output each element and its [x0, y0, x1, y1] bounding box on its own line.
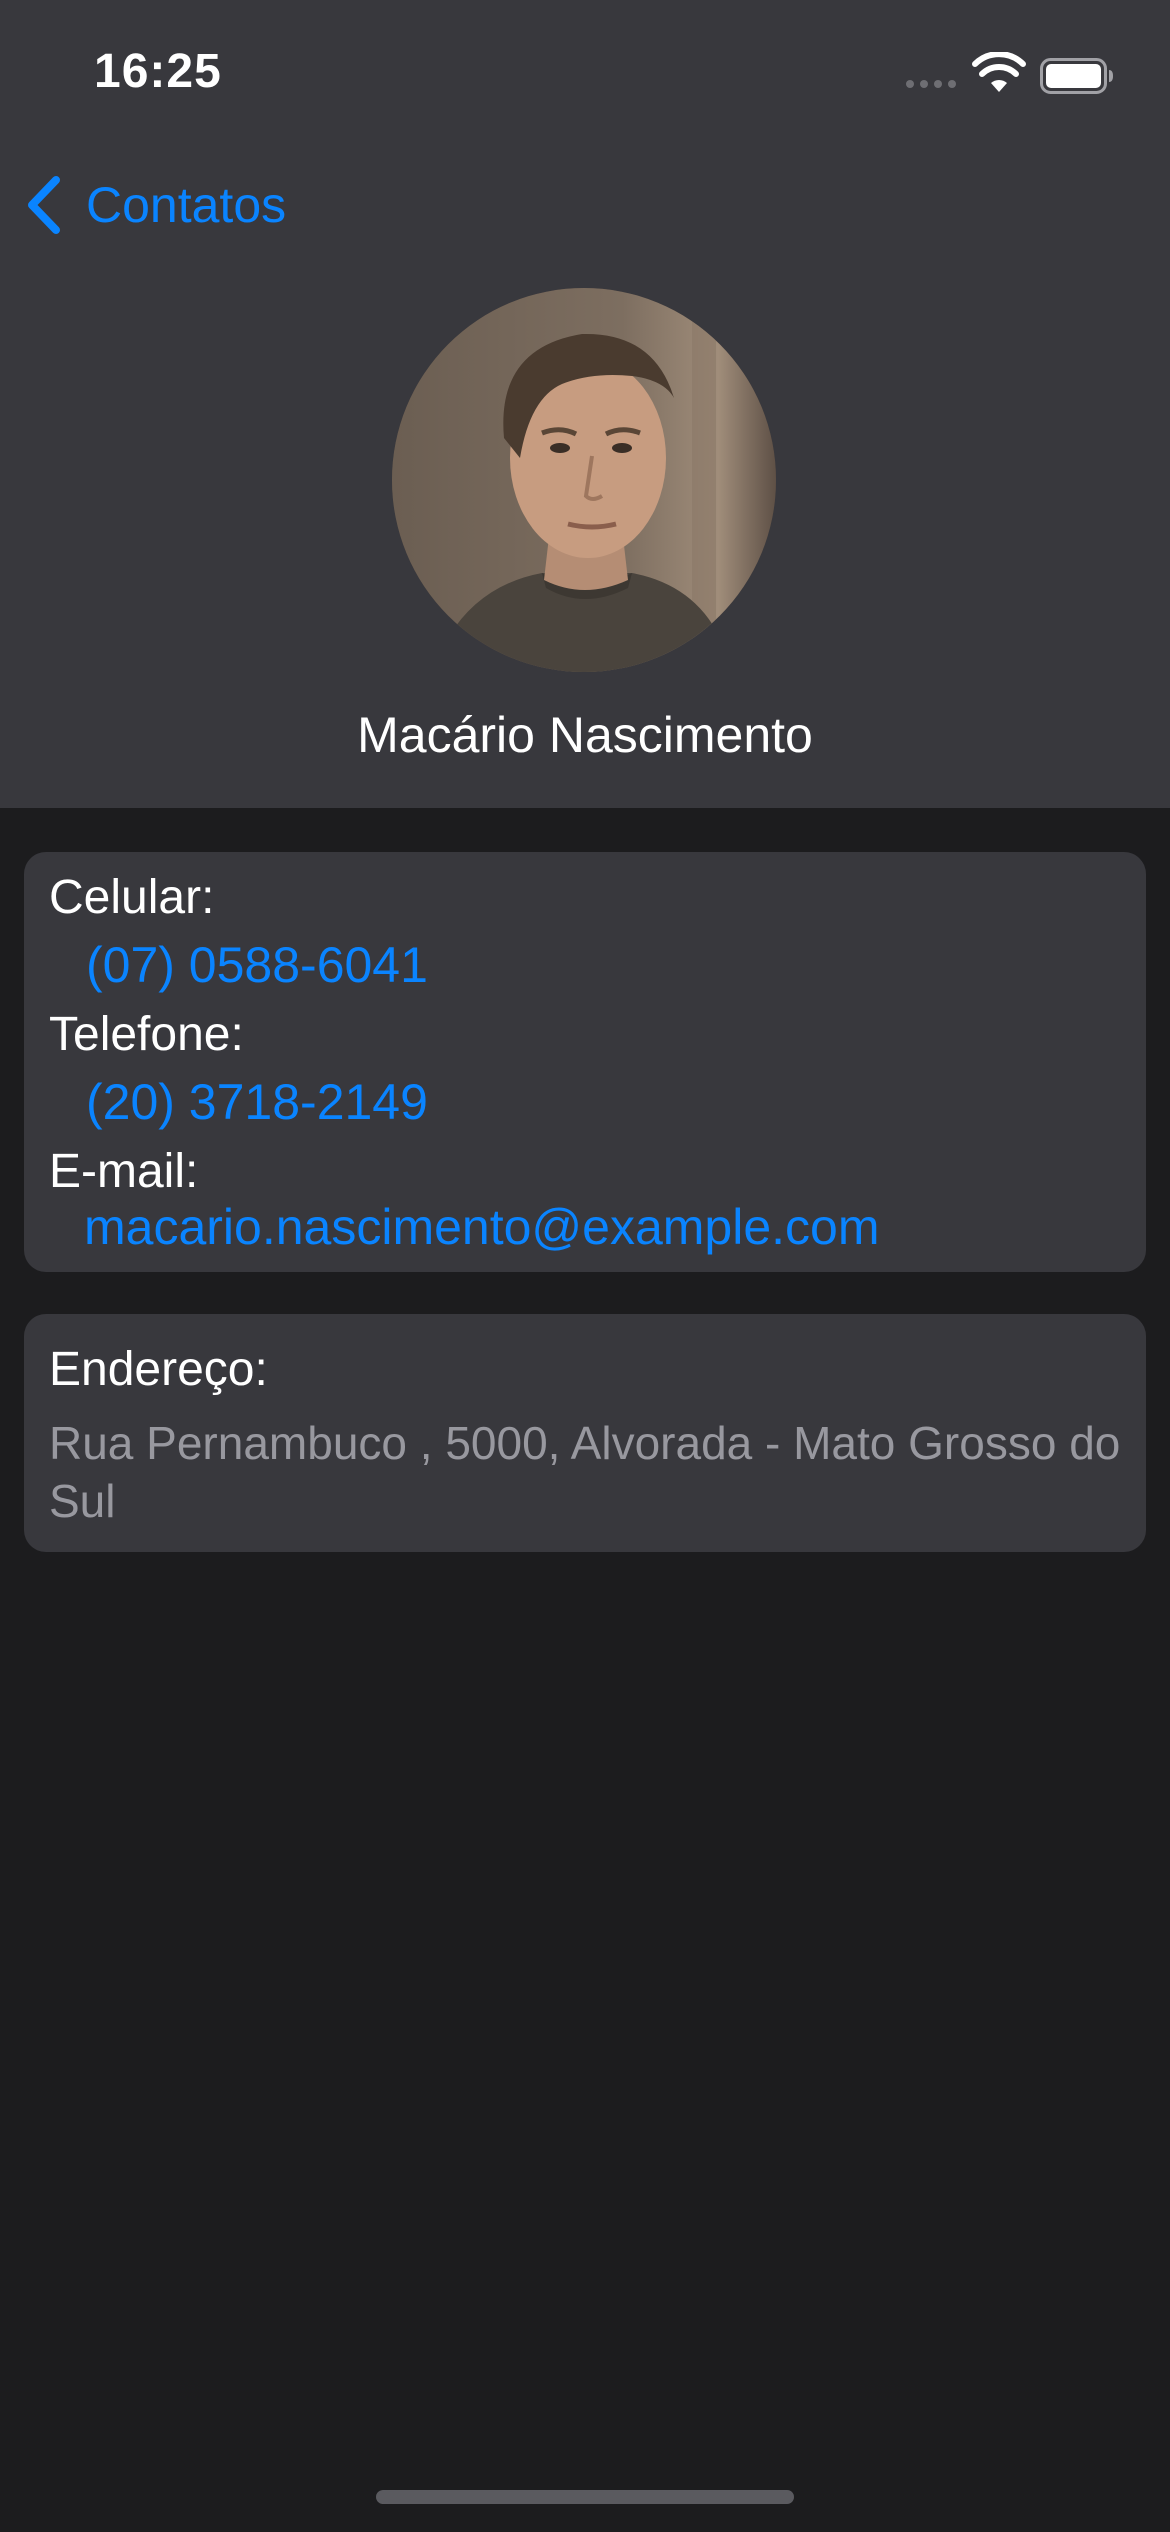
wifi-icon	[972, 52, 1026, 92]
address-value: Rua Pernambuco , 5000, Alvorada - Mato G…	[49, 1417, 1121, 1527]
home-phone-link[interactable]: (20) 3718-2149	[86, 1073, 428, 1131]
contact-detail-screen: 16:25 Contatos Macário Nascimento Celula…	[0, 0, 1170, 2532]
contact-name: Macário Nascimento	[357, 707, 813, 763]
mobile-label: Celular:	[49, 871, 215, 924]
mobile-phone-link[interactable]: (07) 0588-6041	[86, 936, 428, 994]
avatar	[392, 288, 776, 672]
address-label: Endereço:	[49, 1343, 268, 1396]
status-time: 16:25	[94, 45, 222, 98]
chevron-left-icon	[28, 176, 60, 234]
avatar-photo	[392, 288, 776, 672]
contact-info-card: Celular: (07) 0588-6041 Telefone: (20) 3…	[24, 852, 1146, 1272]
battery-icon	[1040, 58, 1113, 94]
email-label: E-mail:	[49, 1145, 199, 1198]
address-card: Endereço: Rua Pernambuco , 5000, Alvorad…	[24, 1314, 1146, 1552]
cellular-signal-icon	[906, 80, 960, 92]
status-bar: 16:25	[0, 0, 1170, 150]
navigation-bar: Contatos	[0, 170, 1170, 240]
email-link[interactable]: macario.nascimento@example.com	[84, 1198, 880, 1256]
back-button-label: Contatos	[86, 177, 287, 233]
phone-label: Telefone:	[49, 1008, 244, 1061]
home-indicator[interactable]	[376, 2490, 794, 2504]
back-button[interactable]: Contatos	[24, 170, 286, 240]
contact-header: 16:25 Contatos Macário Nascimento	[0, 0, 1170, 808]
